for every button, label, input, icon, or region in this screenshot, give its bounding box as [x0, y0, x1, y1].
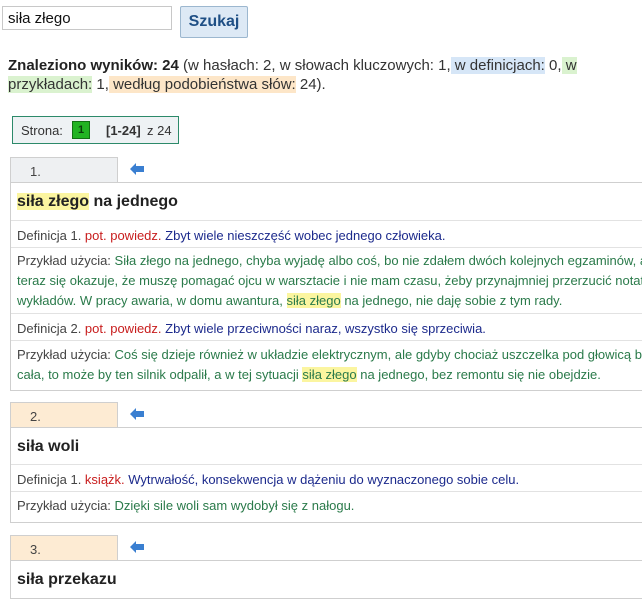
- entry-number: 2.: [10, 402, 118, 428]
- divider: [11, 491, 642, 492]
- divider: [11, 313, 642, 314]
- filter-examples[interactable]: w: [561, 57, 577, 74]
- definition-2: Definicja 2. pot. powiedz. Zbyt wiele pr…: [17, 321, 486, 336]
- example-1: Przykład użycia: Siła złego na jednego, …: [17, 253, 642, 308]
- entry-card: siła złego na jednego Definicja 1. pot. …: [10, 182, 642, 391]
- example-1: Przykład użycia: Dzięki sile woli sam wy…: [17, 498, 355, 513]
- definition-1: Definicja 1. książk. Wytrwałość, konsekw…: [17, 472, 520, 487]
- back-arrow-icon[interactable]: [129, 162, 145, 176]
- example-2: Przykład użycia: Coś się dzieje również …: [17, 347, 642, 382]
- pager-label: Strona:: [21, 123, 63, 138]
- search-input[interactable]: [2, 6, 172, 30]
- entry-card: siła woli Definicja 1. książk. Wytrwałoś…: [10, 427, 642, 523]
- entry-title[interactable]: siła złego na jednego: [17, 193, 178, 211]
- entry-title[interactable]: siła przekazu: [17, 571, 117, 589]
- pager-range: [1-24]: [106, 123, 141, 138]
- results-count: Znaleziono wyników: 24: [8, 57, 179, 74]
- entry-card: siła przekazu: [10, 560, 642, 599]
- filter-examples-cont[interactable]: przykładach:: [8, 76, 93, 93]
- entry-title[interactable]: siła woli: [17, 438, 79, 456]
- entry-number: 3.: [10, 535, 118, 561]
- back-arrow-icon[interactable]: [129, 540, 145, 554]
- search-button[interactable]: Szukaj: [180, 6, 248, 38]
- pager-total: z 24: [147, 123, 172, 138]
- divider: [11, 247, 642, 248]
- current-page-button[interactable]: 1: [72, 121, 90, 139]
- divider: [11, 464, 642, 465]
- results-summary: Znaleziono wyników: 24 (w hasłach: 2, w …: [8, 57, 577, 93]
- definition-1: Definicja 1. pot. powiedz. Zbyt wiele ni…: [17, 228, 446, 243]
- divider: [11, 220, 642, 221]
- filter-definitions[interactable]: w definicjach:: [450, 57, 545, 74]
- entry-number: 1.: [10, 157, 118, 183]
- divider: [11, 340, 642, 341]
- filter-similarity[interactable]: według podobieństwa słów:: [108, 76, 296, 93]
- pagination: Strona: 1 [1-24] z 24: [12, 116, 179, 144]
- back-arrow-icon[interactable]: [129, 407, 145, 421]
